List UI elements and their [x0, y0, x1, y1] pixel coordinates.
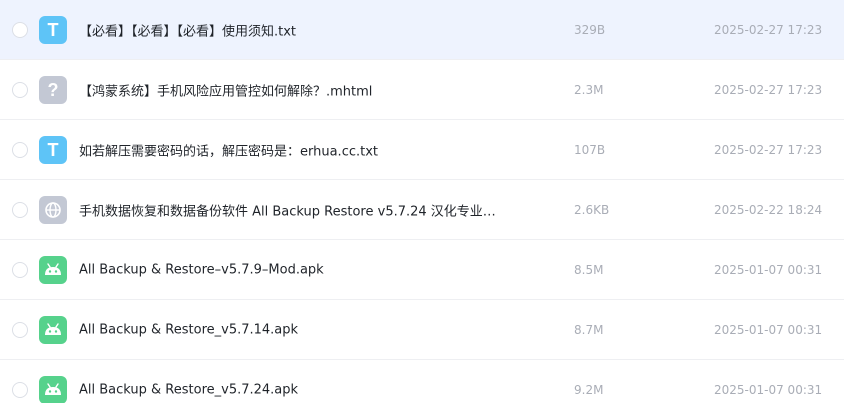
file-row[interactable]: All Backup & Restore_v5.7.24.apk 9.2M 20… — [0, 360, 844, 403]
file-date: 2025-01-07 00:31 — [714, 382, 823, 397]
file-size: 2.6KB — [574, 202, 610, 217]
file-size: 2.3M — [574, 82, 604, 97]
file-size: 9.2M — [574, 382, 604, 397]
android-apk-icon — [39, 315, 67, 344]
file-name[interactable]: All Backup & Restore–v5.7.9–Mod.apk — [79, 262, 324, 277]
file-name[interactable]: All Backup & Restore_v5.7.14.apk — [79, 322, 298, 337]
file-name[interactable]: All Backup & Restore_v5.7.24.apk — [79, 382, 298, 397]
question-glyph: ? — [47, 79, 59, 100]
android-icon — [45, 382, 61, 395]
file-row[interactable]: All Backup & Restore_v5.7.14.apk 8.7M 20… — [0, 300, 844, 360]
txt-file-icon: T — [39, 135, 67, 164]
file-row[interactable]: T 【必看】【必看】【必看】使用须知.txt 329B 2025-02-27 1… — [0, 0, 844, 60]
txt-glyph: T — [47, 139, 59, 160]
web-link-icon — [39, 195, 67, 224]
row-checkbox[interactable] — [12, 201, 28, 218]
android-apk-icon — [39, 375, 67, 403]
file-size: 107B — [574, 142, 606, 157]
row-checkbox[interactable] — [12, 81, 28, 98]
file-row[interactable]: All Backup & Restore–v5.7.9–Mod.apk 8.5M… — [0, 240, 844, 300]
file-name[interactable]: 手机数据恢复和数据备份软件 All Backup Restore v5.7.24… — [79, 200, 496, 219]
txt-file-icon: T — [39, 15, 67, 44]
file-date: 2025-02-27 17:23 — [714, 82, 823, 97]
globe-icon — [45, 201, 61, 218]
file-date: 2025-02-22 18:24 — [714, 202, 823, 217]
file-size: 329B — [574, 22, 606, 37]
file-date: 2025-01-07 00:31 — [714, 322, 823, 337]
file-name[interactable]: 【鸿蒙系统】手机风险应用管控如何解除？.mhtml — [79, 80, 372, 99]
row-checkbox[interactable] — [12, 141, 28, 158]
row-checkbox[interactable] — [12, 381, 28, 398]
android-apk-icon — [39, 255, 67, 284]
row-checkbox[interactable] — [12, 321, 28, 338]
file-size: 8.7M — [574, 322, 604, 337]
file-size: 8.5M — [574, 262, 604, 277]
file-date: 2025-01-07 00:31 — [714, 262, 823, 277]
android-icon — [45, 262, 61, 275]
file-row[interactable]: ? 【鸿蒙系统】手机风险应用管控如何解除？.mhtml 2.3M 2025-02… — [0, 60, 844, 120]
file-date: 2025-02-27 17:23 — [714, 22, 823, 37]
txt-glyph: T — [47, 19, 59, 40]
row-checkbox[interactable] — [12, 261, 28, 278]
file-name[interactable]: 如若解压需要密码的话，解压密码是：erhua.cc.txt — [79, 140, 378, 159]
unknown-file-icon: ? — [39, 75, 67, 104]
file-date: 2025-02-27 17:23 — [714, 142, 823, 157]
file-row[interactable]: T 如若解压需要密码的话，解压密码是：erhua.cc.txt 107B 202… — [0, 120, 844, 180]
file-name[interactable]: 【必看】【必看】【必看】使用须知.txt — [79, 20, 296, 39]
file-list: T 【必看】【必看】【必看】使用须知.txt 329B 2025-02-27 1… — [0, 0, 844, 403]
android-icon — [45, 322, 61, 335]
row-checkbox[interactable] — [12, 21, 28, 38]
file-row[interactable]: 手机数据恢复和数据备份软件 All Backup Restore v5.7.24… — [0, 180, 844, 240]
